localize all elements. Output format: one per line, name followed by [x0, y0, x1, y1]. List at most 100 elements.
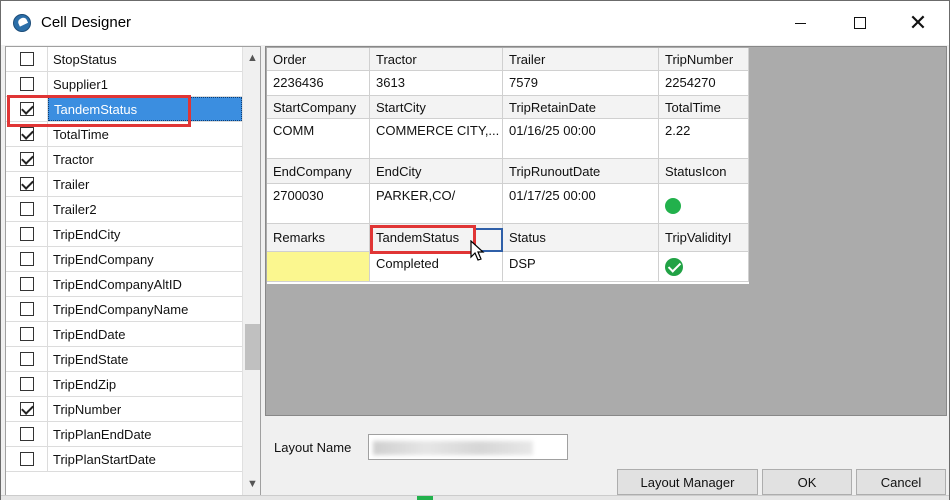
field-checkbox[interactable]	[19, 302, 34, 316]
field-checkbox[interactable]	[19, 252, 34, 266]
field-checkbox[interactable]	[19, 202, 34, 216]
grid-value-cell[interactable]: 3613	[370, 71, 503, 96]
field-checkbox-cell[interactable]	[6, 172, 48, 196]
layout-manager-button[interactable]: Layout Manager	[617, 469, 758, 495]
grid-header-cell[interactable]: TripNumber	[659, 48, 749, 71]
field-checkbox[interactable]	[19, 327, 34, 341]
grid-value-cell[interactable]: 2236436	[267, 71, 370, 96]
field-checkbox[interactable]	[19, 427, 34, 441]
blurred-layout-name	[373, 441, 533, 455]
field-checkbox[interactable]	[19, 352, 34, 366]
grid-header-cell[interactable]: StatusIcon	[659, 159, 749, 184]
field-list-item[interactable]: TripEndZip	[6, 372, 242, 397]
field-name-label: TripEndCompanyName	[53, 301, 189, 317]
field-checkbox[interactable]	[19, 227, 34, 241]
field-name-label: TripEndDate	[53, 326, 126, 342]
grid-value-cell[interactable]: PARKER,CO/	[370, 184, 503, 224]
field-checkbox-cell[interactable]	[6, 397, 48, 421]
window-title: Cell Designer	[41, 14, 132, 31]
field-list-panel: StopStatus Supplier1 TandemStatus TotalTime…	[5, 46, 261, 496]
field-checkbox[interactable]	[19, 377, 34, 391]
field-list-item[interactable]: TripEndState	[6, 347, 242, 372]
grid-header-cell[interactable]: TripRunoutDate	[503, 159, 659, 184]
field-checkbox-cell[interactable]	[6, 147, 48, 171]
field-checkbox-cell[interactable]	[6, 247, 48, 271]
field-checkbox-cell[interactable]	[6, 297, 48, 321]
field-checkbox[interactable]	[19, 177, 34, 191]
field-list-item[interactable]: TripPlanStartDate	[6, 447, 242, 472]
field-checkbox-cell[interactable]	[6, 72, 48, 96]
field-checkbox[interactable]	[19, 452, 34, 466]
grid-header-cell[interactable]: TripValidityI	[659, 224, 749, 252]
scroll-up-arrow-icon[interactable]: ▲	[243, 49, 260, 67]
grid-header-cell[interactable]: Trailer	[503, 48, 659, 71]
field-checkbox-cell[interactable]	[6, 272, 48, 296]
field-checkbox[interactable]	[19, 52, 34, 66]
field-list-item[interactable]: TripEndCompany	[6, 247, 242, 272]
status-icon-cell[interactable]	[659, 184, 749, 224]
grid-header-cell[interactable]: StartCompany	[267, 96, 370, 119]
bottom-edge	[1, 495, 949, 500]
maximize-button[interactable]	[837, 7, 883, 39]
grid-value-cell[interactable]: COMM	[267, 119, 370, 159]
field-checkbox[interactable]	[19, 402, 34, 416]
field-checkbox-cell[interactable]	[6, 372, 48, 396]
field-checkbox[interactable]	[19, 77, 34, 91]
field-list-item[interactable]: TripNumber	[6, 397, 242, 422]
field-checkbox[interactable]	[19, 277, 34, 291]
scroll-thumb[interactable]	[245, 324, 260, 370]
grid-header-cell[interactable]: StartCity	[370, 96, 503, 119]
field-list-item[interactable]: Tractor	[6, 147, 242, 172]
ok-button[interactable]: OK	[762, 469, 852, 495]
field-name-label: Tractor	[53, 151, 94, 167]
grid-header-cell[interactable]: Tractor	[370, 48, 503, 71]
field-checkbox-cell[interactable]	[6, 447, 48, 471]
grid-value-cell[interactable]: 2700030	[267, 184, 370, 224]
grid-value-cell[interactable]: 2254270	[659, 71, 749, 96]
field-list-item[interactable]: Trailer2	[6, 197, 242, 222]
field-checkbox-cell[interactable]	[6, 422, 48, 446]
field-checkbox-cell[interactable]	[6, 197, 48, 221]
field-list-item[interactable]: TripEndDate	[6, 322, 242, 347]
maximize-icon	[854, 17, 866, 29]
checkmark-circle-icon	[665, 258, 683, 276]
grid-value-cell[interactable]: 01/16/25 00:00	[503, 119, 659, 159]
cancel-button[interactable]: Cancel	[856, 469, 946, 495]
field-list-item[interactable]: Supplier1	[6, 72, 242, 97]
field-name-label: TripNumber	[53, 401, 122, 417]
field-list-item[interactable]: TripEndCompanyName	[6, 297, 242, 322]
grid-header-cell[interactable]: TotalTime	[659, 96, 749, 119]
close-button[interactable]: ✕	[895, 7, 941, 39]
field-checkbox[interactable]	[19, 152, 34, 166]
field-checkbox-cell[interactable]	[6, 347, 48, 371]
field-checkbox[interactable]	[19, 127, 34, 141]
grid-header-cell[interactable]: Order	[267, 48, 370, 71]
grid-header-cell[interactable]: Remarks	[267, 224, 370, 252]
grid-header-cell[interactable]: TripRetainDate	[503, 96, 659, 119]
grid-value-cell[interactable]: COMMERCE CITY,...	[370, 119, 503, 159]
field-list-item[interactable]: StopStatus	[6, 47, 242, 72]
minimize-button[interactable]	[777, 7, 823, 39]
highlight-box-selected-field	[7, 95, 191, 127]
field-list-item[interactable]: TripEndCompanyAltID	[6, 272, 242, 297]
scroll-down-arrow-icon[interactable]: ▼	[243, 475, 260, 493]
status-dot-icon	[665, 198, 681, 214]
field-checkbox-cell[interactable]	[6, 47, 48, 71]
grid-value-cell[interactable]: 2.22	[659, 119, 749, 159]
field-name-label: TripEndState	[53, 351, 129, 367]
field-list-scrollbar[interactable]: ▲ ▼	[242, 47, 260, 495]
field-list-item[interactable]: TripPlanEndDate	[6, 422, 242, 447]
validity-icon-cell[interactable]	[659, 252, 749, 282]
grid-header-cell[interactable]: EndCompany	[267, 159, 370, 184]
field-list-item[interactable]: TripEndCity	[6, 222, 242, 247]
field-checkbox-cell[interactable]	[6, 322, 48, 346]
grid-header-cell[interactable]: Status	[503, 224, 659, 252]
field-list-item[interactable]: Trailer	[6, 172, 242, 197]
field-checkbox-cell[interactable]	[6, 222, 48, 246]
remarks-value-cell[interactable]	[267, 252, 370, 282]
layout-name-input[interactable]	[368, 434, 568, 460]
grid-value-cell[interactable]: 7579	[503, 71, 659, 96]
grid-value-cell[interactable]: 01/17/25 00:00	[503, 184, 659, 224]
grid-header-cell[interactable]: EndCity	[370, 159, 503, 184]
grid-value-cell[interactable]: DSP	[503, 252, 659, 282]
